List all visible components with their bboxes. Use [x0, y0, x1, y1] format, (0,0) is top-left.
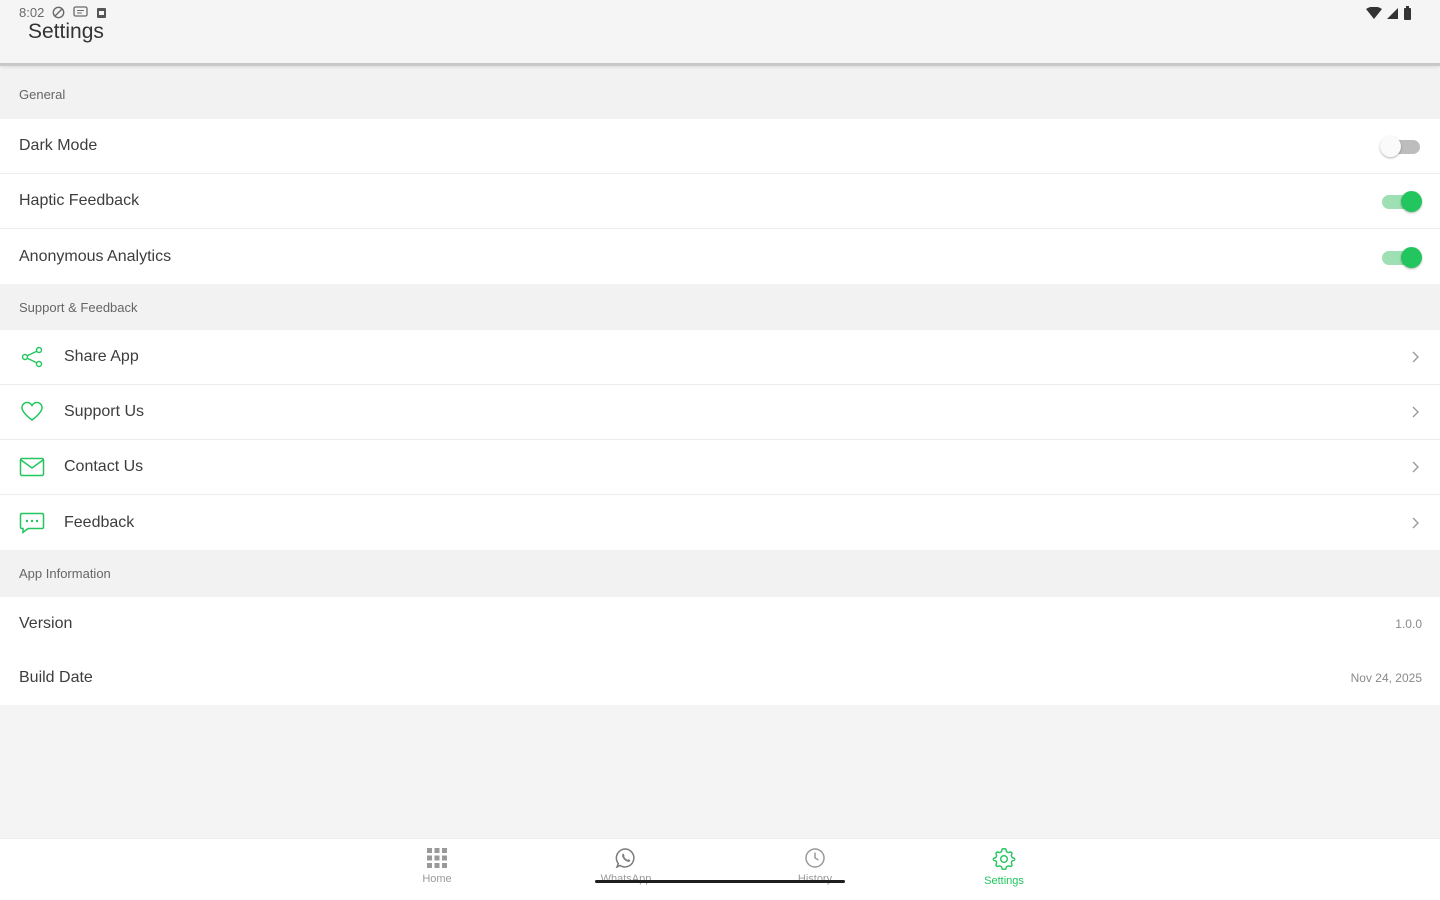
chevron-right-icon: [1408, 516, 1422, 530]
version-value: 1.0.0: [1395, 617, 1422, 631]
feedback-label: Feedback: [64, 513, 135, 531]
nav-settings[interactable]: Settings: [944, 847, 1064, 887]
nav-home[interactable]: Home: [377, 847, 497, 885]
share-app-label: Share App: [64, 348, 139, 365]
section-header-support: Support & Feedback: [0, 284, 1440, 330]
signal-icon: [1387, 7, 1398, 19]
chevron-right-icon: [1408, 350, 1422, 364]
build-date-label: Build Date: [19, 669, 93, 686]
sim-icon: [97, 7, 107, 18]
toggle-thumb: [1401, 246, 1422, 268]
dark-mode-toggle[interactable]: [1380, 135, 1422, 157]
section-header-app-info: App Information: [0, 550, 1440, 597]
mail-icon: [19, 454, 45, 480]
share-icon: [19, 344, 45, 370]
chevron-right-icon: [1408, 405, 1422, 419]
section-header-general: General: [0, 69, 1440, 119]
clock-icon: [805, 848, 825, 868]
support-us-row[interactable]: Support Us: [0, 385, 1440, 440]
status-time: 8:02: [19, 5, 45, 20]
chat-icon: [19, 510, 45, 536]
app-bar: 8:02 Settings: [0, 0, 1440, 66]
anonymous-analytics-toggle[interactable]: [1380, 246, 1422, 268]
do-not-disturb-icon: [52, 6, 65, 19]
settings-list: General Dark Mode Haptic Feedback Anonym…: [0, 69, 1440, 705]
chevron-right-icon: [1408, 460, 1422, 474]
haptic-feedback-row[interactable]: Haptic Feedback: [0, 174, 1440, 229]
gear-icon: [992, 847, 1016, 870]
share-app-row[interactable]: Share App: [0, 330, 1440, 385]
page-title: Settings: [28, 20, 104, 43]
feedback-row[interactable]: Feedback: [0, 495, 1440, 550]
haptic-feedback-toggle[interactable]: [1380, 190, 1422, 212]
nav-settings-label: Settings: [984, 875, 1024, 887]
bottom-nav: Home WhatsApp History Settings: [0, 838, 1440, 900]
status-bar-left: 8:02: [19, 5, 107, 20]
nav-history-label: History: [797, 873, 833, 885]
heart-icon: [19, 399, 45, 425]
status-bar-right: [1366, 6, 1412, 20]
contact-us-row[interactable]: Contact Us: [0, 440, 1440, 495]
anonymous-analytics-label: Anonymous Analytics: [19, 247, 172, 265]
wifi-icon: [1366, 6, 1382, 19]
battery-icon: [1404, 6, 1411, 20]
dark-mode-row[interactable]: Dark Mode: [0, 119, 1440, 174]
gesture-bar[interactable]: [595, 880, 845, 883]
build-date-row: Build Date Nov 24, 2025: [0, 651, 1440, 705]
nav-whatsapp-label: WhatsApp: [600, 873, 652, 885]
haptic-feedback-label: Haptic Feedback: [19, 192, 140, 209]
contact-us-label: Contact Us: [64, 458, 144, 475]
grid-icon: [427, 848, 447, 868]
toggle-thumb: [1401, 191, 1422, 212]
toggle-thumb: [1380, 136, 1401, 157]
nav-home-label: Home: [422, 873, 452, 885]
support-us-label: Support Us: [64, 403, 145, 420]
message-icon: [73, 6, 88, 17]
version-row: Version 1.0.0: [0, 597, 1440, 651]
version-label: Version: [19, 615, 73, 632]
dark-mode-label: Dark Mode: [19, 137, 98, 154]
build-date-value: Nov 24, 2025: [1350, 671, 1422, 685]
anonymous-analytics-row[interactable]: Anonymous Analytics: [0, 229, 1440, 284]
whatsapp-icon: [615, 848, 635, 869]
